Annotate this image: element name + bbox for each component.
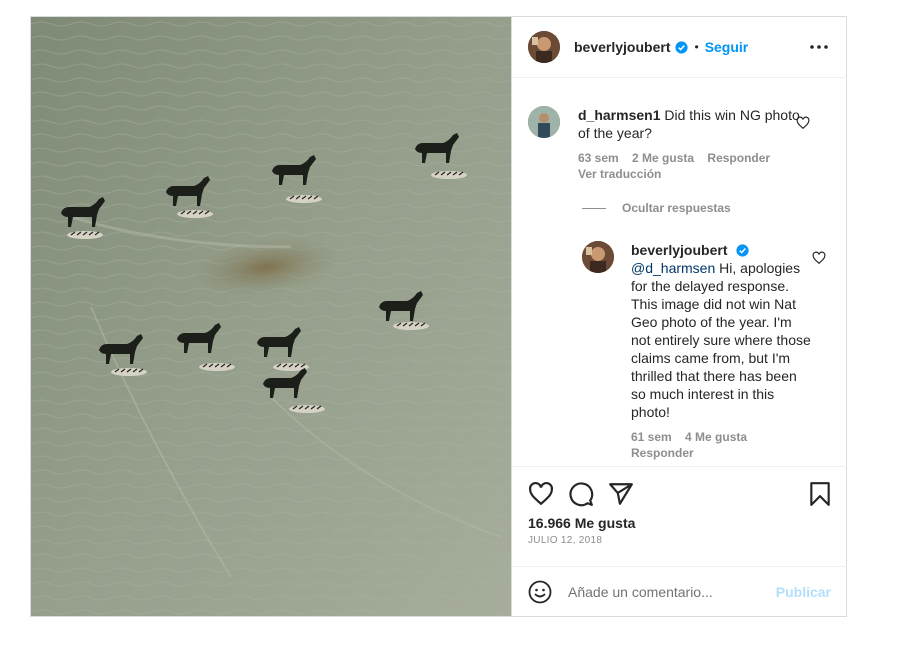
- save-bookmark-icon[interactable]: [807, 481, 833, 507]
- reply-username[interactable]: beverlyjoubert: [631, 242, 727, 258]
- avatar-image: [528, 106, 560, 138]
- reply-mention-link[interactable]: @d_harmsen: [631, 260, 715, 276]
- more-options-icon[interactable]: [809, 39, 829, 55]
- share-send-icon[interactable]: [608, 481, 634, 507]
- replies-divider-line: [582, 207, 606, 209]
- comment-composer: Publicar: [512, 566, 847, 616]
- verified-badge-icon: [675, 40, 689, 54]
- reply-likes[interactable]: 4 Me gusta: [685, 430, 747, 444]
- aerial-zebras-photo: [31, 17, 511, 616]
- post-actions: 16.966 Me gusta JULIO 12, 2018: [512, 466, 847, 566]
- comment-body: d_harmsen1 Did this win NG photo of the …: [578, 106, 808, 182]
- hide-replies-toggle[interactable]: Ocultar respuestas: [582, 201, 731, 215]
- reply-body: beverlyjoubert @d_harmsen Hi, apologies …: [631, 241, 811, 461]
- comment-meta: 63 sem 2 Me gusta Responder Ver traducci…: [578, 150, 808, 182]
- post-photo[interactable]: [31, 17, 511, 616]
- hide-replies-label: Ocultar respuestas: [622, 201, 731, 215]
- reply-button[interactable]: Responder: [707, 151, 770, 165]
- comment-likes[interactable]: 2 Me gusta: [632, 151, 694, 165]
- author-username[interactable]: beverlyjoubert: [574, 39, 670, 55]
- like-heart-icon[interactable]: [528, 481, 554, 507]
- reply-like-heart-icon[interactable]: [812, 251, 826, 265]
- likes-count[interactable]: 16.966 Me gusta: [528, 515, 635, 531]
- comment-username[interactable]: d_harmsen1: [578, 107, 660, 123]
- see-translation-link[interactable]: Ver traducción: [578, 166, 808, 182]
- post-date[interactable]: JULIO 12, 2018: [528, 535, 602, 546]
- follow-button[interactable]: Seguir: [705, 39, 749, 55]
- reply-meta: 61 sem 4 Me gusta Responder: [631, 429, 811, 461]
- comments-list[interactable]: d_harmsen1 Did this win NG photo of the …: [512, 78, 847, 466]
- verified-badge-icon: [736, 244, 749, 257]
- comment-input[interactable]: [568, 583, 768, 600]
- reply-time[interactable]: 61 sem: [631, 430, 672, 444]
- commenter-avatar[interactable]: [528, 106, 560, 138]
- comment-icon[interactable]: [568, 481, 594, 507]
- comment-time[interactable]: 63 sem: [578, 151, 619, 165]
- reply-text-wrap: @d_harmsen Hi, apologies for the delayed…: [631, 259, 811, 421]
- reply-author-avatar[interactable]: [582, 241, 614, 273]
- avatar-image: [582, 241, 614, 273]
- separator-dot: •: [694, 40, 699, 54]
- publish-button[interactable]: Publicar: [776, 584, 831, 600]
- instagram-post: beverlyjoubert • Seguir d_harmsen1 Did t…: [30, 16, 847, 617]
- comment-like-heart-icon[interactable]: [796, 116, 810, 130]
- author-avatar[interactable]: [528, 31, 560, 63]
- reply-respond-button[interactable]: Responder: [631, 445, 811, 461]
- reply-text: Hi, apologies for the delayed response. …: [631, 260, 811, 420]
- emoji-icon[interactable]: [528, 580, 552, 604]
- avatar-image: [528, 31, 560, 63]
- post-header: beverlyjoubert • Seguir: [512, 17, 847, 78]
- post-sidebar: beverlyjoubert • Seguir d_harmsen1 Did t…: [511, 17, 847, 616]
